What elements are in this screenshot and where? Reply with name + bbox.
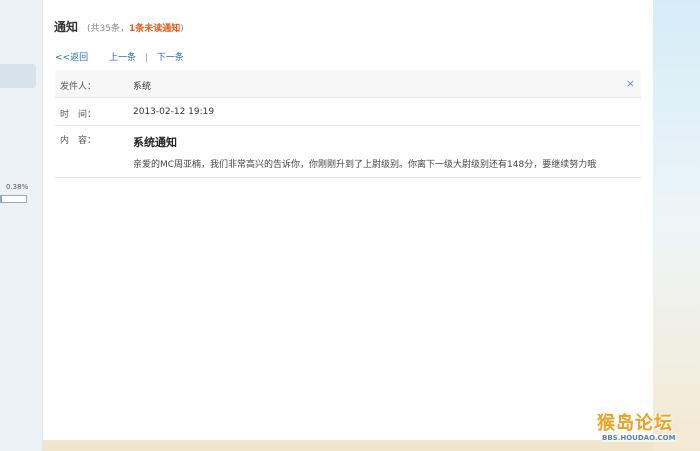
- progress-percent: 0.38%: [6, 183, 29, 191]
- prev-link[interactable]: 上一条: [109, 53, 136, 63]
- unread-count[interactable]: 1条未读通知: [129, 24, 180, 34]
- message-body: 亲爱的MC周亚楠，我们非常高兴的告诉你，你刚刚升到了上尉级别。你离下一级大尉级别…: [133, 160, 597, 170]
- count-suffix: ): [180, 24, 184, 34]
- time-label: 时 间：: [60, 110, 97, 120]
- message-title: 系统通知: [133, 136, 177, 149]
- left-sidebar: 0.38%: [0, 0, 43, 451]
- content-row: 内 容： 系统通知 亲爱的MC周亚楠，我们非常高兴的告诉你，你刚刚升到了上尉级别…: [55, 126, 641, 178]
- back-link[interactable]: <<返回: [55, 53, 88, 63]
- watermark-logo-text: 猴岛论坛: [597, 413, 673, 434]
- next-link[interactable]: 下一条: [157, 53, 184, 63]
- sender-label: 发件人：: [60, 82, 97, 92]
- sidebar-active-item[interactable]: [0, 64, 36, 88]
- notification-count: (共35条，1条未读通知): [87, 21, 184, 34]
- notification-panel: 通知 (共35条，1条未读通知) <<返回 上一条 | 下一条 发件人： 系统 …: [43, 0, 653, 440]
- close-icon[interactable]: ×: [626, 77, 635, 90]
- content-label: 内 容：: [60, 136, 97, 146]
- watermark-url: BBS.HOUDAO.COM: [602, 434, 676, 442]
- sender-row: 发件人： 系统 ×: [55, 70, 641, 98]
- time-value: 2013-02-12 19:19: [133, 107, 215, 117]
- progress-bar: [0, 195, 27, 203]
- page-title: 通知: [54, 20, 79, 34]
- count-prefix: (共35条，: [87, 24, 129, 34]
- site-watermark: 猴岛论坛 BBS.HOUDAO.COM: [597, 409, 695, 447]
- sender-value: 系统: [133, 82, 152, 92]
- message-nav: <<返回 上一条 | 下一条: [55, 50, 184, 63]
- nav-separator: |: [144, 53, 148, 63]
- time-row: 时 间： 2013-02-12 19:19: [55, 98, 641, 126]
- right-background-strip: [653, 0, 700, 451]
